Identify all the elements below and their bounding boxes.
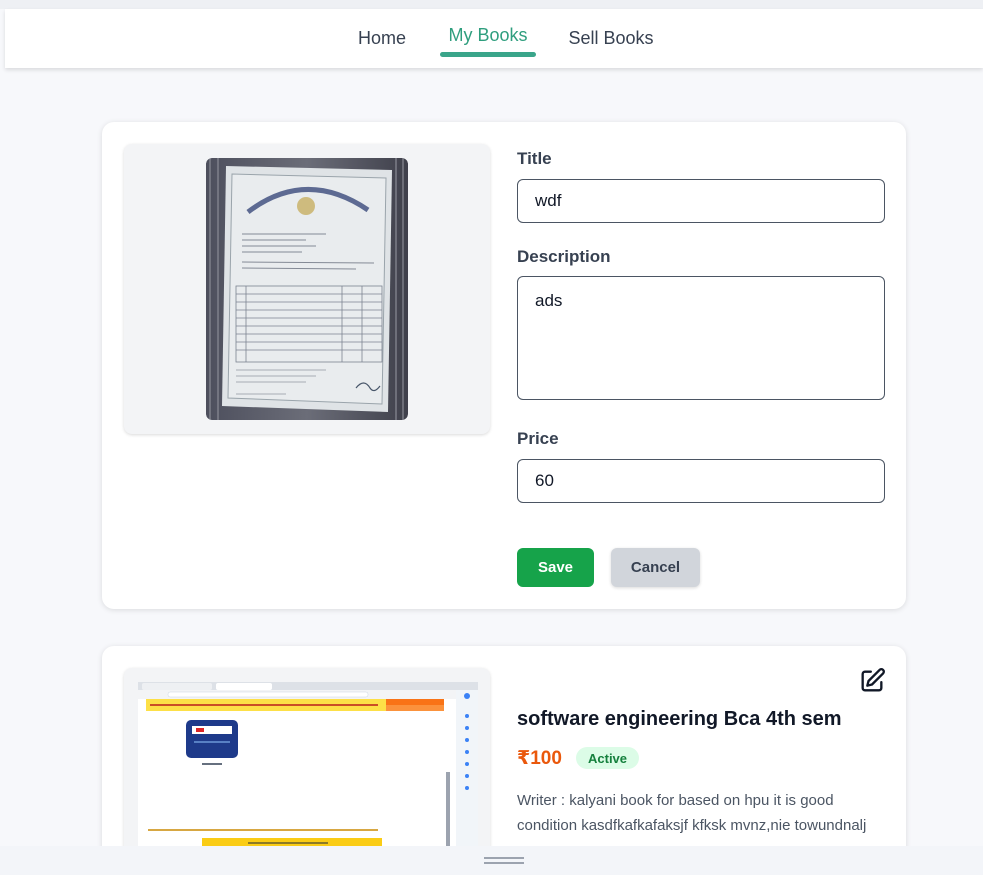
nav-sell-books[interactable]: Sell Books [561, 9, 661, 68]
status-badge: Active [576, 747, 640, 769]
active-tab-indicator [440, 52, 536, 57]
top-navbar: Home My Books Sell Books [5, 9, 983, 68]
save-button[interactable]: Save [517, 548, 594, 587]
book-description: Writer : kalyani book for based on hpu i… [517, 792, 867, 834]
book-image-frame [124, 144, 490, 434]
title-label: Title [517, 149, 552, 168]
book-price: ₹100 [517, 748, 562, 769]
drag-handle-icon[interactable] [484, 857, 524, 864]
description-label: Description [517, 247, 611, 266]
book-image-frame [124, 668, 490, 875]
price-label: Price [517, 429, 559, 448]
title-input[interactable] [517, 179, 885, 223]
book-listing-card: software engineering Bca 4th sem ₹100 Ac… [102, 646, 906, 875]
bottom-panel [0, 846, 983, 875]
cancel-button[interactable]: Cancel [611, 548, 700, 587]
description-textarea[interactable]: ads [517, 276, 885, 400]
book-edit-card: Title Description ads Price Save Cancel [102, 122, 906, 609]
book-title: software engineering Bca 4th sem [517, 708, 842, 730]
nav-home[interactable]: Home [345, 9, 419, 68]
edit-icon[interactable] [858, 667, 886, 695]
price-input[interactable] [517, 459, 885, 503]
book-photo-certificate [206, 158, 408, 420]
